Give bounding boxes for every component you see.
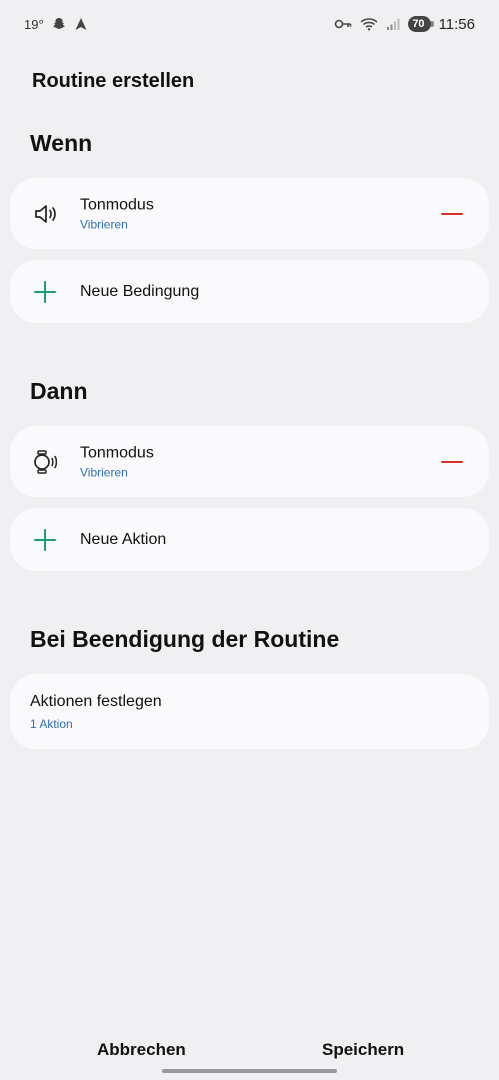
end-actions-subtitle: 1 Aktion [30, 716, 73, 731]
status-bar: 19° 70 11:56 [0, 0, 499, 48]
status-bar-right: 70 11:56 [334, 16, 475, 33]
add-condition-button[interactable]: Neue Bedingung [10, 260, 489, 323]
status-bar-left: 19° [24, 17, 88, 32]
speaker-icon [32, 200, 60, 228]
remove-condition-button[interactable] [439, 204, 465, 224]
navigation-icon [74, 17, 88, 31]
bottom-action-bar: Abbrechen Speichern [0, 1030, 499, 1070]
minus-icon [441, 460, 463, 463]
end-actions-title: Aktionen festlegen [30, 692, 162, 710]
snapchat-icon [52, 17, 66, 31]
home-indicator[interactable] [162, 1069, 337, 1073]
section-header-on-end: Bei Beendigung der Routine [30, 626, 340, 652]
watch-vibrate-icon [32, 448, 60, 476]
plus-icon [32, 527, 58, 553]
action-card-text: Tonmodus Vibrieren [80, 444, 154, 479]
end-actions-text: Aktionen festlegen 1 Aktion [30, 693, 162, 731]
section-header-then: Dann [30, 378, 88, 404]
action-card-tonmodus[interactable]: Tonmodus Vibrieren [10, 426, 489, 497]
add-condition-label: Neue Bedingung [80, 282, 200, 300]
add-action-label: Neue Aktion [80, 530, 167, 548]
end-actions-card[interactable]: Aktionen festlegen 1 Aktion [10, 674, 489, 749]
plus-icon [32, 279, 58, 305]
signal-icon [386, 17, 400, 31]
action-subtitle: Vibrieren [80, 465, 128, 479]
clock: 11:56 [438, 15, 475, 33]
page-title: Routine erstellen [32, 70, 195, 92]
condition-subtitle: Vibrieren [80, 217, 128, 231]
battery-indicator: 70 [408, 16, 434, 32]
condition-card-text: Tonmodus Vibrieren [80, 196, 154, 231]
save-button[interactable]: Speichern [322, 1040, 404, 1060]
key-icon [334, 18, 352, 30]
add-action-button[interactable]: Neue Aktion [10, 508, 489, 571]
minus-icon [441, 212, 463, 215]
action-title: Tonmodus [80, 444, 154, 461]
wifi-icon [360, 17, 378, 31]
section-header-when: Wenn [30, 130, 93, 156]
condition-card-tonmodus[interactable]: Tonmodus Vibrieren [10, 178, 489, 249]
cancel-button[interactable]: Abbrechen [97, 1040, 186, 1060]
remove-action-button[interactable] [439, 452, 465, 472]
temperature: 19° [24, 16, 44, 32]
condition-title: Tonmodus [80, 196, 154, 213]
